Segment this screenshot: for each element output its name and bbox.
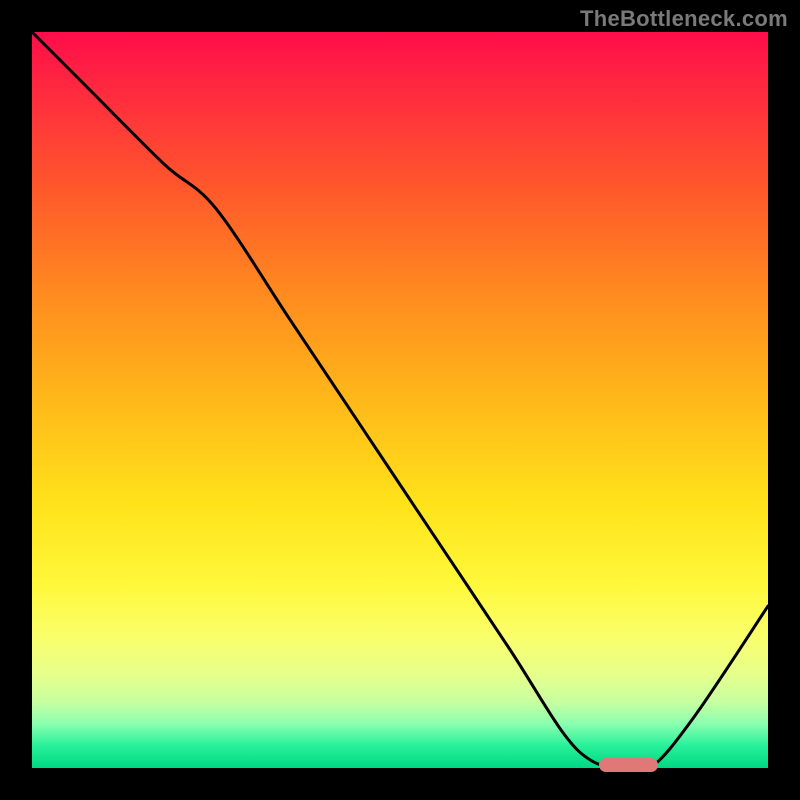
- chart-frame: TheBottleneck.com: [0, 0, 800, 800]
- bottleneck-curve: [32, 32, 768, 768]
- plot-area: [32, 32, 768, 768]
- watermark-text: TheBottleneck.com: [580, 6, 788, 32]
- optimal-range-marker: [599, 758, 658, 772]
